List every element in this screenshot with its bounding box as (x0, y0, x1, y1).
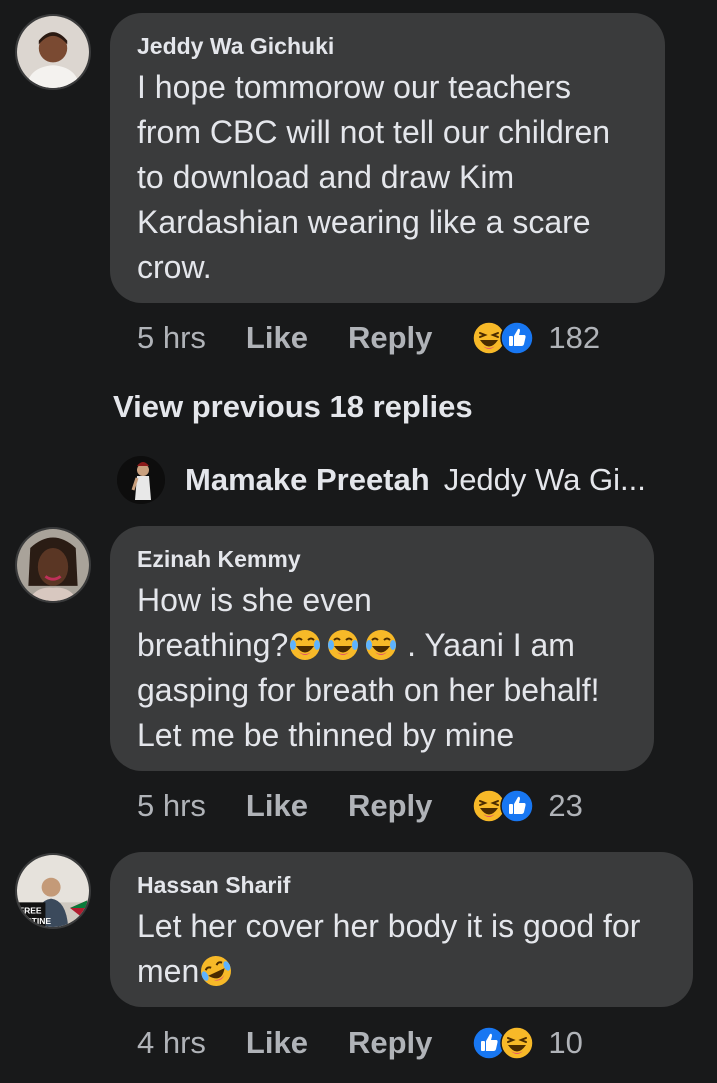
reply-button[interactable]: Reply (348, 788, 432, 824)
avatar (117, 456, 165, 504)
comment-actions: 5 hrs Like Reply 23 (137, 786, 583, 826)
profile-photo-icon (117, 456, 165, 504)
like-button[interactable]: Like (246, 320, 308, 356)
comment-actions: 5 hrs Like Reply 182 (137, 318, 600, 358)
like-button[interactable]: Like (246, 788, 308, 824)
svg-text:FREE: FREE (19, 906, 42, 916)
rolling-laughing-icon (195, 950, 238, 992)
profile-photo-icon: FREE LESTINE (17, 855, 89, 927)
reactions-summary[interactable] (472, 1026, 535, 1060)
timestamp[interactable]: 5 hrs (137, 320, 206, 356)
timestamp[interactable]: 5 hrs (137, 788, 206, 824)
reactions-summary[interactable] (472, 789, 535, 823)
tears-of-joy-icon (365, 629, 398, 661)
tears-of-joy-icon (289, 629, 322, 661)
reply-snippet: Jeddy Wa Gi... (443, 462, 646, 497)
comment-text: How is she even breathing? . Yaani I am ga… (137, 582, 600, 753)
comment-bubble[interactable]: Jeddy Wa Gichuki I hope tommorow our tea… (110, 13, 665, 303)
tears-of-joy-icon (327, 629, 360, 661)
like-icon (500, 321, 535, 355)
reply-button[interactable]: Reply (348, 320, 432, 356)
comment-author[interactable]: Hassan Sharif (137, 872, 665, 898)
reply-preview[interactable]: Mamake Preetah Jeddy Wa Gi... (117, 455, 697, 505)
reaction-count[interactable]: 182 (548, 320, 600, 356)
haha-icon (500, 1026, 535, 1060)
comment-actions: 4 hrs Like Reply 10 (137, 1023, 583, 1063)
like-button[interactable]: Like (246, 1025, 308, 1061)
reaction-count[interactable]: 10 (548, 1025, 582, 1061)
view-previous-replies-link[interactable]: View previous 18 replies (113, 389, 473, 425)
reply-author: Mamake Preetah (185, 462, 430, 497)
timestamp[interactable]: 4 hrs (137, 1025, 206, 1061)
avatar[interactable] (15, 14, 91, 90)
comment-bubble[interactable]: Ezinah Kemmy How is she even breathing? .… (110, 526, 654, 771)
profile-photo-icon (17, 529, 89, 601)
svg-text:LESTINE: LESTINE (17, 916, 51, 926)
reaction-count[interactable]: 23 (548, 788, 582, 824)
reply-button[interactable]: Reply (348, 1025, 432, 1061)
like-icon (500, 789, 535, 823)
profile-photo-icon (17, 16, 89, 88)
comment-author[interactable]: Jeddy Wa Gichuki (137, 33, 637, 59)
reactions-summary[interactable] (472, 321, 535, 355)
comment-text: I hope tommorow our teachers from CBC wil… (137, 69, 611, 285)
comment-author[interactable]: Ezinah Kemmy (137, 546, 626, 572)
avatar[interactable] (15, 527, 91, 603)
comment-text: Let her cover her body it is good for men (137, 904, 665, 994)
comment-bubble[interactable]: Hassan Sharif Let her cover her body it … (110, 852, 693, 1007)
avatar[interactable]: FREE LESTINE (15, 853, 91, 929)
